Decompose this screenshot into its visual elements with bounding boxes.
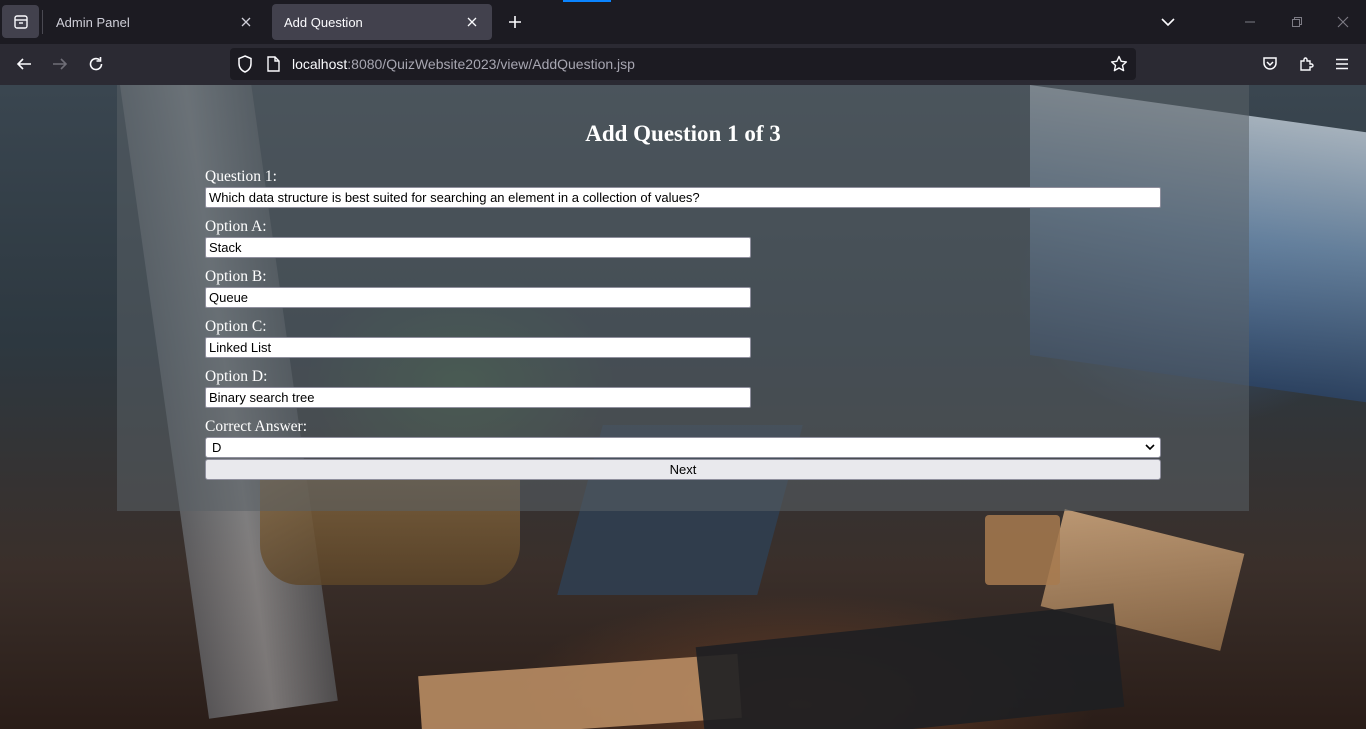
pocket-icon (1263, 57, 1277, 70)
tab-title: Admin Panel (56, 14, 130, 30)
close-window-button[interactable] (1323, 6, 1363, 38)
tracking-protection-shield-icon[interactable] (236, 55, 254, 73)
close-tab-button[interactable] (238, 14, 254, 30)
option-d-label: Option D: (205, 368, 268, 385)
tab-add-question[interactable]: Add Question (272, 4, 492, 40)
question-label: Question 1: (205, 168, 277, 185)
close-tab-button[interactable] (464, 14, 480, 30)
reload-button[interactable] (81, 49, 111, 79)
chevron-down-icon (1145, 444, 1155, 451)
option-c-input[interactable]: Linked List (205, 337, 751, 358)
option-c-label: Option C: (205, 318, 267, 335)
tab-bar: Admin Panel Add Question (0, 0, 1366, 44)
correct-answer-select[interactable]: D (205, 437, 1161, 458)
option-b-input[interactable]: Queue (205, 287, 751, 308)
next-button[interactable]: Next (205, 459, 1161, 480)
option-a-label: Option A: (205, 218, 267, 235)
url-text: localhost:8080/QuizWebsite2023/view/AddQ… (292, 56, 635, 72)
bookmark-star-button[interactable] (1110, 55, 1128, 73)
option-d-input[interactable]: Binary search tree (205, 387, 751, 408)
close-window-icon (1337, 16, 1349, 28)
background-desk-mat (695, 603, 1125, 729)
app-menu-button[interactable] (1327, 49, 1357, 79)
minimize-button[interactable] (1230, 6, 1270, 38)
pocket-button[interactable] (1255, 49, 1285, 79)
tab-list-icon (13, 14, 28, 29)
tab-title: Add Question (284, 14, 363, 30)
background-notebook (418, 653, 742, 729)
option-a-input[interactable]: Stack (205, 237, 751, 258)
url-host: localhost (292, 56, 348, 72)
close-icon (467, 17, 477, 27)
url-path: :8080/QuizWebsite2023/view/AddQuestion.j… (347, 56, 635, 72)
plus-icon (509, 16, 521, 28)
add-question-panel: Add Question 1 of 3 Question 1: Which da… (117, 85, 1249, 511)
minimize-icon (1245, 21, 1255, 23)
correct-answer-value: D (212, 440, 222, 455)
reload-icon (89, 57, 103, 71)
forward-button[interactable] (45, 49, 75, 79)
puzzle-piece-icon (1300, 57, 1314, 71)
star-icon (1110, 55, 1128, 72)
tab-list-button[interactable] (2, 5, 39, 38)
background-succulent-pot (985, 515, 1060, 585)
extensions-button[interactable] (1291, 49, 1321, 79)
list-all-tabs-button[interactable] (1148, 6, 1188, 38)
tab-accent-line (563, 0, 611, 2)
arrow-left-icon (16, 58, 31, 70)
restore-icon (1292, 17, 1302, 27)
question-input[interactable]: Which data structure is best suited for … (205, 187, 1161, 208)
close-icon (241, 17, 251, 27)
page-viewport: Add Question 1 of 3 Question 1: Which da… (0, 85, 1366, 729)
tab-separator (42, 10, 43, 34)
page-info-icon[interactable] (264, 55, 282, 73)
tab-admin-panel[interactable]: Admin Panel (44, 4, 266, 40)
navigation-toolbar: localhost:8080/QuizWebsite2023/view/AddQ… (0, 44, 1366, 85)
correct-answer-label: Correct Answer: (205, 418, 308, 435)
new-tab-button[interactable] (502, 9, 528, 35)
option-b-label: Option B: (205, 268, 267, 285)
back-button[interactable] (9, 49, 39, 79)
hamburger-menu-icon (1336, 58, 1348, 70)
form-title: Add Question 1 of 3 (585, 121, 781, 146)
chevron-down-icon (1161, 18, 1175, 27)
restore-button[interactable] (1277, 6, 1317, 38)
arrow-right-icon (53, 58, 68, 70)
url-bar[interactable]: localhost:8080/QuizWebsite2023/view/AddQ… (230, 48, 1136, 80)
